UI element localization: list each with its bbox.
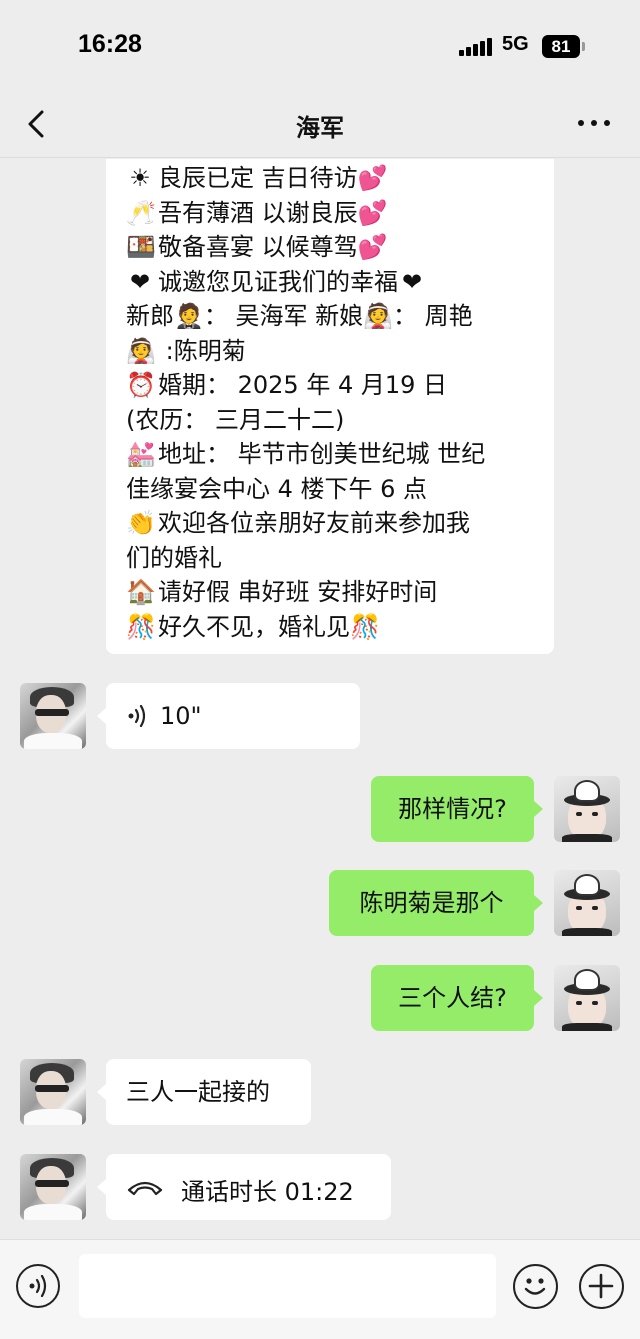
voice-wave-icon xyxy=(128,705,146,727)
line-emoji-icon: 👰 xyxy=(126,336,156,365)
call-duration: 通话时长 01:22 xyxy=(181,1178,354,1206)
emoji-icon[interactable] xyxy=(513,1264,558,1309)
line-text: 好久不见，婚礼见 xyxy=(158,612,350,641)
invitation-line: 🥂吾有薄酒 以谢良辰💕 xyxy=(126,196,554,231)
line-suffix-emoji-icon: 💕 xyxy=(357,198,388,227)
status-time: 16:28 xyxy=(78,30,142,58)
invitation-line: ☀ 良辰已定 吉日待访💕 xyxy=(126,161,554,196)
line-text: 地址： 毕节市创美世纪城 世纪 xyxy=(158,440,486,468)
plus-icon[interactable] xyxy=(579,1264,624,1309)
chat-area[interactable]: ☀ 良辰已定 吉日待访💕 🥂吾有薄酒 以谢良辰💕 🍱敬备喜宴 以候尊驾💕 ❤ 诚邀您见证我… xyxy=(0,159,640,1239)
line-text: 佳缘宴会中心 4 楼下午 6 点 xyxy=(126,474,428,503)
line-text: 良辰已定 吉日待访 xyxy=(158,164,358,192)
line-emoji-icon: 👏 xyxy=(126,509,156,537)
signal-icon xyxy=(459,38,493,56)
invitation-line: 🍱敬备喜宴 以候尊驾💕 xyxy=(126,230,554,265)
voice-message[interactable]: 10" xyxy=(106,683,360,749)
avatar-self[interactable] xyxy=(554,776,620,842)
sent-message[interactable]: 三个人结? xyxy=(371,965,534,1031)
line-suffix-emoji-icon: 💕 xyxy=(357,164,388,192)
line-emoji-icon: 🍱 xyxy=(126,233,156,261)
phone-hangup-icon xyxy=(127,1181,163,1196)
line-emoji-icon: 🎊 xyxy=(126,612,156,641)
invitation-line: 👏欢迎各位亲朋好友前来参加我 xyxy=(126,506,554,541)
sent-message[interactable]: 陈明菊是那个 xyxy=(329,870,534,936)
line-text: :陈明菊 xyxy=(158,336,246,365)
line-text: 敬备喜宴 以候尊驾 xyxy=(158,233,358,261)
invitation-line: (农历： 三月二十二) xyxy=(126,403,554,438)
invitation-line: 🏠请好假 串好班 安排好时间 xyxy=(126,575,554,610)
avatar-self[interactable] xyxy=(554,870,620,936)
invitation-line: ⏰婚期： 2025 年 4 月19 日 xyxy=(126,368,554,403)
line-text: 新郎🤵： 吴海军 新娘👰： 周艳 xyxy=(126,302,473,330)
input-bar xyxy=(0,1239,640,1339)
more-dots-icon[interactable] xyxy=(578,118,612,128)
line-suffix-emoji-icon: ❤ xyxy=(401,267,423,296)
line-text: 诚邀您见证我们的幸福 xyxy=(158,267,398,296)
avatar-contact[interactable] xyxy=(20,683,86,749)
line-text: 吾有薄酒 以谢良辰 xyxy=(158,198,358,227)
message-input[interactable] xyxy=(79,1254,496,1318)
invitation-message[interactable]: ☀ 良辰已定 吉日待访💕 🥂吾有薄酒 以谢良辰💕 🍱敬备喜宴 以候尊驾💕 ❤ 诚邀您见证我… xyxy=(106,159,554,654)
invitation-line: 👰 :陈明菊 xyxy=(126,334,554,369)
line-emoji-icon: 🏠 xyxy=(126,578,156,606)
invitation-line: 🎊好久不见，婚礼见🎊 xyxy=(126,610,554,645)
status-bar: 16:28 5G 81 xyxy=(0,0,640,92)
invitation-line: 💒地址： 毕节市创美世纪城 世纪 xyxy=(126,437,554,472)
line-emoji-icon: ❤ xyxy=(129,267,151,296)
invitation-line: 新郎🤵： 吴海军 新娘👰： 周艳 xyxy=(126,299,554,334)
call-record-message[interactable]: 通话时长 01:22 xyxy=(106,1154,391,1220)
voice-toggle-icon[interactable] xyxy=(16,1264,60,1308)
line-text: 婚期： 2025 年 4 月19 日 xyxy=(158,371,448,399)
received-message[interactable]: 三人一起接的 xyxy=(106,1059,311,1125)
invitation-line: ❤ 诚邀您见证我们的幸福 ❤ xyxy=(126,265,554,300)
nav-bar: 海军 xyxy=(0,92,640,158)
battery-tip xyxy=(582,42,585,51)
avatar-self[interactable] xyxy=(554,965,620,1031)
line-suffix-emoji-icon: 💕 xyxy=(357,233,388,261)
line-text: 欢迎各位亲朋好友前来参加我 xyxy=(158,509,470,537)
line-emoji-icon: 💒 xyxy=(126,440,156,468)
line-text: (农历： 三月二十二) xyxy=(126,405,345,434)
network-type: 5G xyxy=(502,33,529,55)
line-emoji-icon: 🥂 xyxy=(126,198,156,227)
avatar-contact[interactable] xyxy=(20,1154,86,1220)
chat-title: 海军 xyxy=(296,114,344,142)
invitation-line: 们的婚礼 xyxy=(126,541,554,576)
battery-icon: 81 xyxy=(542,35,580,58)
avatar-contact[interactable] xyxy=(20,1059,86,1125)
line-text: 请好假 串好班 安排好时间 xyxy=(158,578,438,606)
invitation-line: 佳缘宴会中心 4 楼下午 6 点 xyxy=(126,472,554,507)
line-suffix-emoji-icon: 🎊 xyxy=(350,612,380,641)
voice-duration: 10" xyxy=(160,702,202,730)
line-emoji-icon: ☀ xyxy=(129,164,151,192)
line-emoji-icon: ⏰ xyxy=(126,371,156,399)
sent-message[interactable]: 那样情况? xyxy=(371,776,534,842)
line-text: 们的婚礼 xyxy=(126,543,222,572)
